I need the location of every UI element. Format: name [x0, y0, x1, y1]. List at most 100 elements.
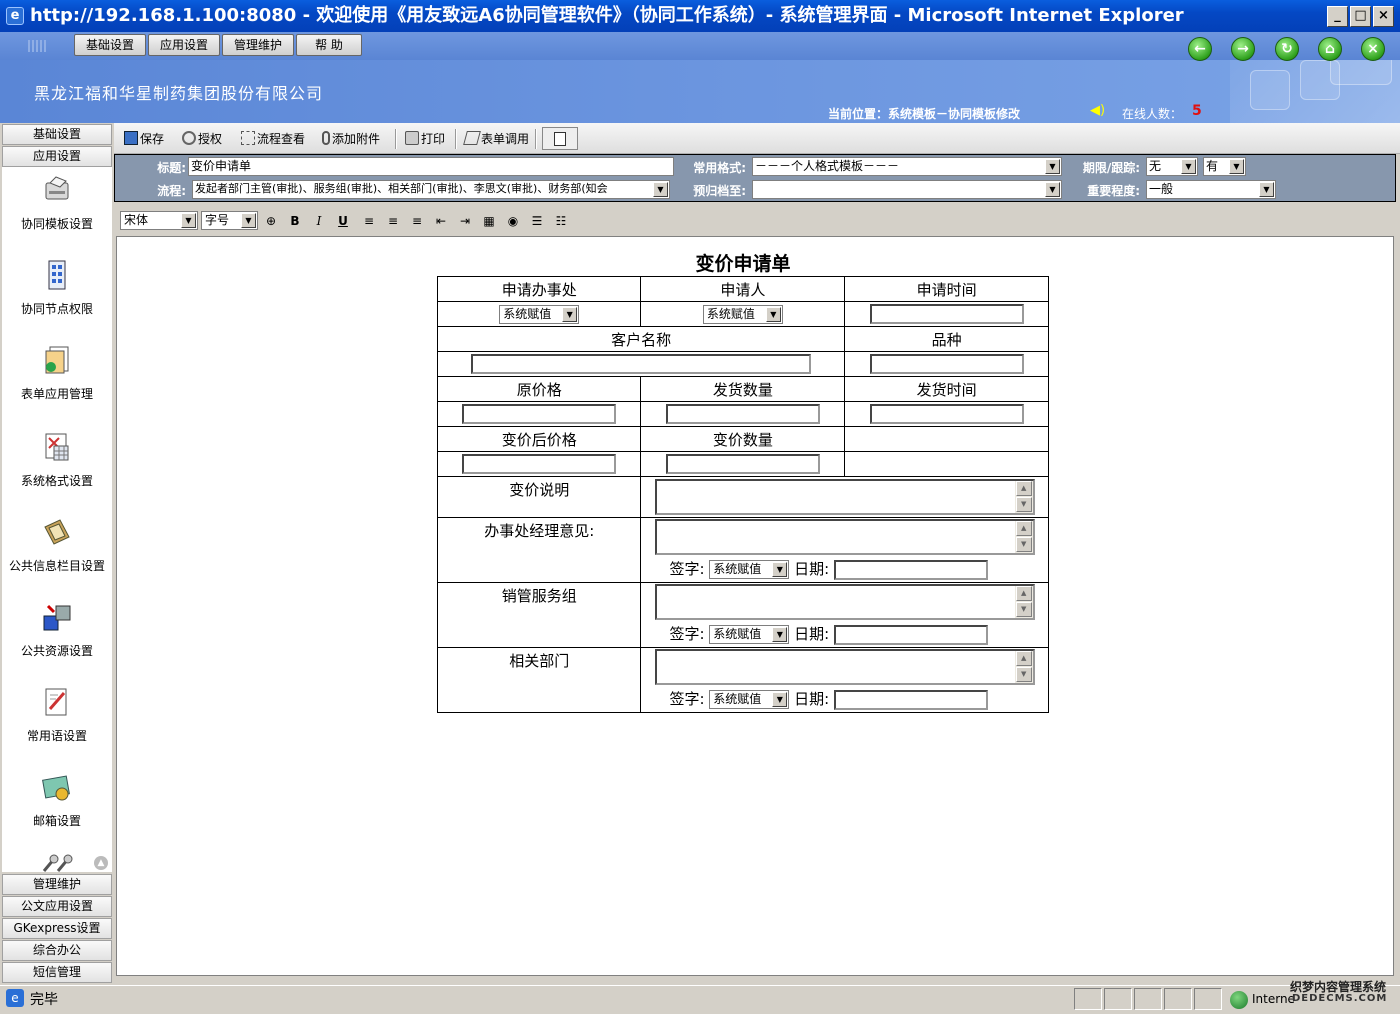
sidebar-tab-document-app[interactable]: 公文应用设置 [2, 896, 112, 917]
chevron-down-icon[interactable]: ▼ [1015, 667, 1032, 682]
title-input[interactable]: 变价申请单 [188, 157, 674, 176]
scrollbar[interactable]: ▲ ▼ [1014, 651, 1033, 683]
italic-icon[interactable]: I [310, 212, 328, 230]
chevron-up-icon[interactable]: ▲ [1015, 651, 1032, 666]
ship-qty-input[interactable] [665, 404, 820, 424]
ship-time-input[interactable] [869, 404, 1024, 424]
online-users-label: 在线人数： [1122, 107, 1183, 121]
sidebar-tab-office[interactable]: 综合办公 [2, 940, 112, 961]
align-right-icon[interactable]: ≡ [408, 212, 426, 230]
scrollbar[interactable]: ▲ ▼ [1014, 521, 1033, 553]
add-attachment-button[interactable]: 添加附件 [322, 130, 380, 148]
chevron-down-icon[interactable]: ▼ [1015, 497, 1032, 512]
align-left-icon[interactable]: ≡ [360, 212, 378, 230]
tools-icon [42, 854, 73, 872]
applicant-select[interactable]: 系统赋值 ▼ [702, 304, 783, 324]
chevron-down-icon[interactable]: ▼ [1015, 537, 1032, 552]
save-button[interactable]: 保存 [124, 130, 164, 148]
numbered-list-icon[interactable]: ☷ [552, 212, 570, 230]
print-button[interactable]: 打印 [405, 130, 445, 148]
minimize-button[interactable]: _ [1327, 6, 1348, 27]
document-view-button[interactable] [542, 127, 578, 150]
template-icon [45, 176, 69, 200]
menu-app-settings[interactable]: 应用设置 [148, 34, 220, 56]
menu-help[interactable]: 帮 助 [296, 34, 362, 56]
menu-maintenance[interactable]: 管理维护 [222, 34, 294, 56]
bullet-list-icon[interactable]: ☰ [528, 212, 546, 230]
orig-price-label: 原价格 [436, 376, 642, 402]
exit-icon[interactable]: × [1361, 37, 1385, 61]
refresh-icon[interactable]: ↻ [1275, 37, 1299, 61]
related-date-input[interactable] [833, 689, 988, 710]
company-name: 黑龙江福和华星制药集团股份有限公司 [34, 84, 324, 103]
sidebar-tab-basic[interactable]: 基础设置 [2, 124, 112, 145]
sidebar-item-public-info[interactable]: 公共信息栏目设置 [2, 511, 112, 596]
back-icon[interactable]: ← [1188, 37, 1212, 61]
format-select[interactable]: －－－个人格式模板－－－ ▼ [752, 157, 1062, 176]
align-center-icon[interactable]: ≡ [384, 212, 402, 230]
sidebar-item-form-app[interactable]: 表单应用管理 [2, 339, 112, 424]
scrollbar[interactable]: ▲ ▼ [1014, 586, 1033, 618]
authorize-button[interactable]: 授权 [182, 130, 222, 148]
view-flow-button[interactable]: 流程查看 [241, 130, 305, 148]
sidebar-item-public-resource[interactable]: 公共资源设置 [2, 596, 112, 681]
chevron-up-icon[interactable]: ▲ [1015, 481, 1032, 496]
note-textarea[interactable]: ▲ ▼ [654, 479, 1035, 515]
sidebar-item-node-permission[interactable]: 协同节点权限 [2, 254, 112, 339]
chevron-up-icon[interactable]: ▲ [94, 856, 108, 870]
mailbox-icon [42, 775, 70, 801]
table-icon[interactable]: ▦ [480, 212, 498, 230]
sidebar-tab-sms[interactable]: 短信管理 [2, 962, 112, 983]
flow-icon [241, 131, 255, 145]
apply-time-input[interactable] [869, 304, 1024, 324]
sidebar-tab-maintenance[interactable]: 管理维护 [2, 874, 112, 895]
sales-date-input[interactable] [833, 624, 988, 645]
underline-icon[interactable]: U [334, 212, 352, 230]
manager-date-input[interactable] [833, 559, 988, 580]
related-dept-textarea[interactable]: ▲ ▼ [654, 649, 1035, 685]
bold-icon[interactable]: B [286, 212, 304, 230]
sidebar-tab-app[interactable]: 应用设置 [2, 146, 112, 167]
speaker-icon[interactable]: ◀) [1090, 104, 1105, 118]
font-size-select[interactable]: 字号 ▼ [201, 211, 258, 230]
home-icon[interactable]: ⌂ [1318, 37, 1342, 61]
forward-icon[interactable]: → [1231, 37, 1255, 61]
track-select[interactable]: 有 ▼ [1203, 157, 1246, 176]
archive-select[interactable]: ▼ [752, 180, 1062, 199]
new-price-input[interactable] [462, 454, 617, 474]
scrollbar[interactable]: ▲ ▼ [1014, 481, 1033, 513]
chevron-down-icon: ▼ [772, 692, 788, 707]
font-family-select[interactable]: 宋体 ▼ [120, 211, 198, 230]
sidebar-item-mailbox[interactable]: 邮箱设置 [2, 766, 112, 851]
sidebar-tab-gkexpress[interactable]: GKexpress设置 [2, 918, 112, 939]
chevron-up-icon[interactable]: ▲ [1015, 586, 1032, 601]
chevron-up-icon[interactable]: ▲ [1015, 521, 1032, 536]
importance-select[interactable]: 一般 ▼ [1146, 180, 1276, 199]
sidebar-item-template[interactable]: 协同模板设置 [2, 169, 112, 254]
maximize-button[interactable]: □ [1350, 6, 1371, 27]
image-icon[interactable]: ◉ [504, 212, 522, 230]
find-icon[interactable]: ⊕ [262, 212, 280, 230]
form-call-button[interactable]: 表单调用 [463, 130, 529, 148]
sidebar-item-phrases[interactable]: 常用语设置 [2, 681, 112, 766]
office-select[interactable]: 系统赋值 ▼ [499, 304, 580, 324]
orig-price-input[interactable] [462, 404, 617, 424]
menu-basic-settings[interactable]: 基础设置 [74, 34, 146, 56]
sales-group-textarea[interactable]: ▲ ▼ [654, 584, 1035, 620]
deadline-select[interactable]: 无 ▼ [1146, 157, 1198, 176]
customer-input[interactable] [471, 354, 812, 374]
node-permission-icon [48, 260, 66, 290]
close-window-button[interactable]: × [1373, 6, 1394, 27]
outdent-icon[interactable]: ⇤ [432, 212, 450, 230]
online-users-count[interactable]: 5 [1192, 103, 1202, 119]
flow-select[interactable]: 发起者部门主管(审批)、服务组(审批)、相关部门(审批)、李思文(审批)、财务部… [192, 180, 670, 199]
change-qty-input[interactable] [665, 454, 820, 474]
chevron-down-icon[interactable]: ▼ [1015, 602, 1032, 617]
indent-icon[interactable]: ⇥ [456, 212, 474, 230]
sidebar-item-format[interactable]: 系统格式设置 [2, 426, 112, 511]
manager-sign-select[interactable]: 系统赋值 ▼ [709, 560, 790, 579]
sales-sign-select[interactable]: 系统赋值 ▼ [709, 625, 790, 644]
related-sign-select[interactable]: 系统赋值 ▼ [709, 690, 790, 709]
manager-opinion-textarea[interactable]: ▲ ▼ [654, 519, 1035, 555]
variety-input[interactable] [869, 354, 1024, 374]
